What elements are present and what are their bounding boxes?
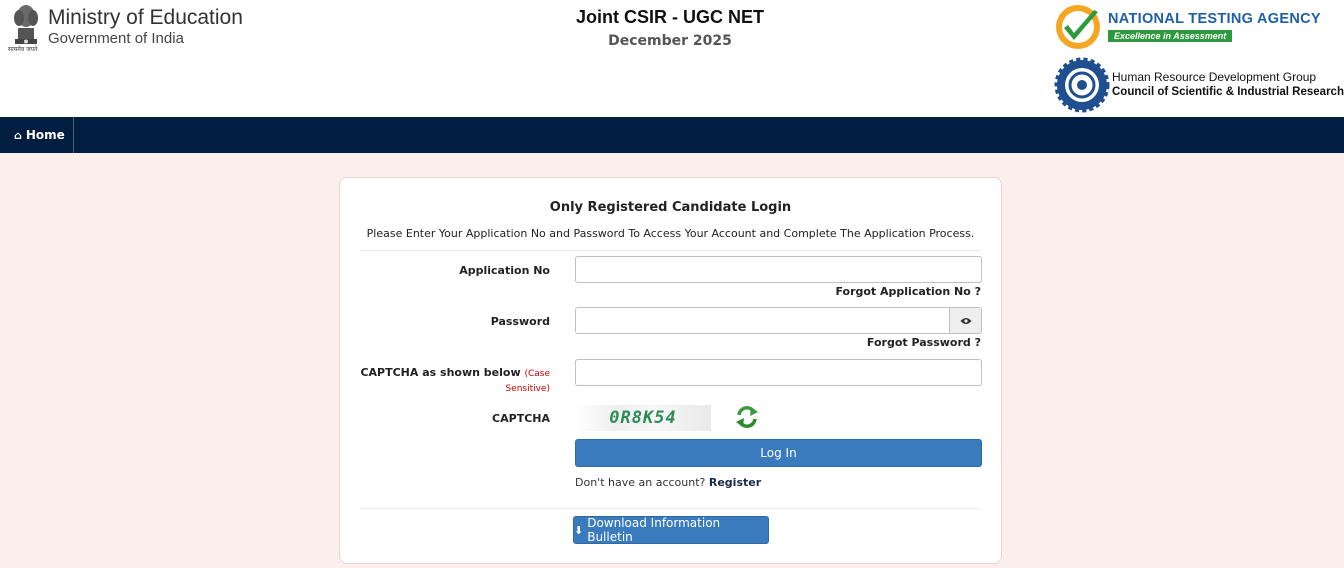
government-name: Government of India xyxy=(48,30,184,47)
no-account-text: Don't have an account? xyxy=(575,476,706,489)
password-group xyxy=(575,307,982,334)
nav-home-link[interactable]: ⌂ Home xyxy=(0,117,74,153)
register-link[interactable]: Register xyxy=(709,476,761,489)
forgot-password-link[interactable]: Forgot Password ? xyxy=(867,336,981,349)
exam-title-block: Joint CSIR - UGC NET December 2025 xyxy=(520,6,820,49)
login-subtitle: Please Enter Your Application No and Pas… xyxy=(366,227,975,240)
captcha-input[interactable] xyxy=(575,359,982,386)
toggle-password-button[interactable] xyxy=(949,307,982,334)
captcha-input-label: CAPTCHA as shown below (Case Sensitive) xyxy=(360,366,550,396)
nta-logo-block: NATIONAL TESTING AGENCY Excellence in As… xyxy=(1054,2,1340,52)
application-no-input[interactable] xyxy=(575,256,982,283)
eye-icon xyxy=(960,317,971,324)
hrdg-line1: Human Resource Development Group xyxy=(1112,70,1317,84)
password-input[interactable] xyxy=(575,307,950,334)
ministry-block: Ministry of Education Government of Indi… xyxy=(48,6,243,47)
login-card: Only Registered Candidate Login Please E… xyxy=(339,177,1002,564)
ministry-name: Ministry of Education xyxy=(48,6,243,29)
refresh-captcha-icon[interactable] xyxy=(734,404,760,430)
nta-name: NATIONAL TESTING AGENCY xyxy=(1108,11,1321,27)
hrdg-text: Human Resource Development Group Council… xyxy=(1112,70,1344,100)
application-no-label: Application No xyxy=(459,264,550,277)
password-label: Password xyxy=(490,315,550,328)
case-sensitive-note-2: Sensitive) xyxy=(505,384,550,394)
download-icon: ⬇ xyxy=(574,523,584,537)
download-bulletin-label: Download Information Bulletin xyxy=(587,516,721,544)
captcha-label: CAPTCHA xyxy=(492,412,550,425)
login-title: Only Registered Candidate Login xyxy=(549,200,792,215)
download-bulletin-button[interactable]: ⬇ Download Information Bulletin xyxy=(573,516,769,544)
exam-session: December 2025 xyxy=(608,33,732,49)
forgot-application-link[interactable]: Forgot Application No ? xyxy=(835,285,981,298)
nav-home-label: Home xyxy=(25,128,65,142)
hrdg-line2: Council of Scientific & Industrial Resea… xyxy=(1112,86,1344,98)
site-header: सत्यमेव जयते Ministry of Education Gover… xyxy=(0,0,1344,117)
login-button[interactable]: Log In xyxy=(575,439,982,467)
captcha-input-label-text: CAPTCHA as shown below xyxy=(360,366,521,379)
csir-hrdg-block: Human Resource Development Group Council… xyxy=(1054,57,1344,113)
top-navbar: ⌂ Home xyxy=(0,117,1344,153)
register-line: Don't have an account? Register xyxy=(575,476,761,489)
case-sensitive-note: (Case xyxy=(524,369,550,379)
captcha-image: 0R8K54 xyxy=(575,405,711,431)
exam-title: Joint CSIR - UGC NET xyxy=(576,7,764,27)
divider xyxy=(360,250,980,251)
emblem-caption: सत्यमेव जयते xyxy=(8,46,38,53)
captcha-text: 0R8K54 xyxy=(609,408,677,428)
nta-check-logo-icon xyxy=(1056,5,1100,49)
nta-tagline: Excellence in Assessment xyxy=(1108,30,1233,42)
home-icon: ⌂ xyxy=(14,128,22,142)
csir-gear-logo-icon xyxy=(1054,57,1110,113)
divider xyxy=(360,508,980,509)
